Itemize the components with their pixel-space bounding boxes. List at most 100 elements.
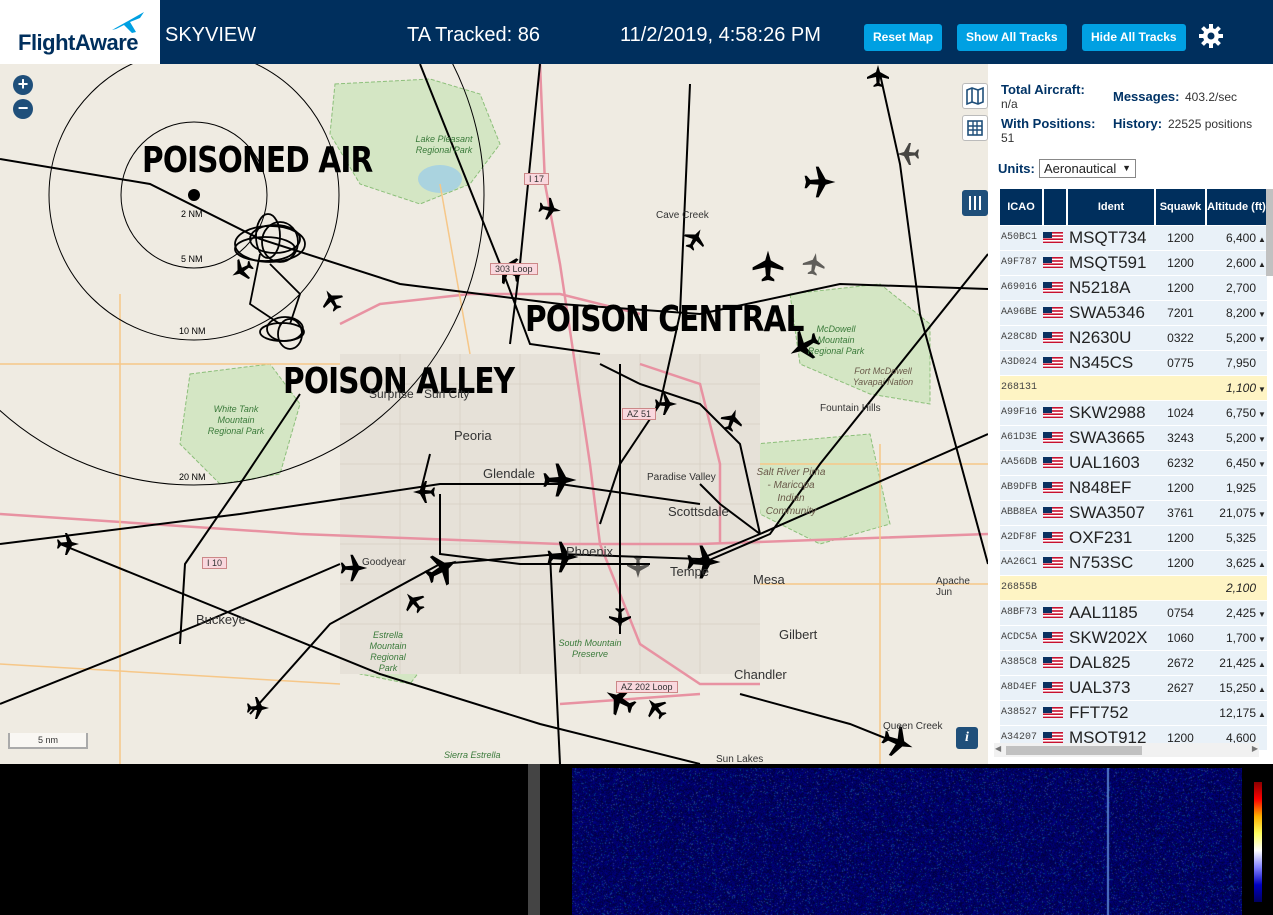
altitude-trend-icon: ▼ <box>1258 435 1265 444</box>
icao-cell: A385C8 <box>1000 650 1043 675</box>
flag-cell <box>1043 375 1067 400</box>
icao-cell: AB9DFB <box>1000 475 1043 500</box>
squawk-cell: 2672 <box>1155 650 1206 675</box>
altitude-cell: 6,750 ▼ <box>1206 400 1267 425</box>
waterfall-canvas <box>572 768 1242 915</box>
place-apache-junction: Apache Jun <box>936 576 988 598</box>
altitude-value: 2,100 <box>1226 581 1256 595</box>
altitude-value: 1,700 <box>1226 631 1256 645</box>
table-row[interactable]: A385C8 DAL825 2672 21,425 ▲ <box>1000 650 1267 675</box>
clock: 11/2/2019, 4:58:26 PM <box>620 24 821 47</box>
table-row[interactable]: A3D024 N345CS 0775 7,950 <box>1000 350 1267 375</box>
us-flag-icon <box>1043 557 1063 568</box>
units-select[interactable]: Aeronautical ▼ <box>1039 159 1136 178</box>
lake-pleasant <box>418 165 462 193</box>
table-row[interactable]: ACDC5A SKW202X 1060 1,700 ▼ <box>1000 625 1267 650</box>
altitude-value: 21,075 <box>1219 506 1256 520</box>
table-row[interactable]: A50BC1 MSQT734 1200 6,400 ▲ <box>1000 225 1267 250</box>
altitude-cell: 5,200 ▼ <box>1206 325 1267 350</box>
show-all-tracks-button[interactable]: Show All Tracks <box>957 24 1067 51</box>
map-view[interactable]: POISONED AIR POISON ALLEY POISON CENTRAL… <box>0 64 988 764</box>
altitude-cell: 21,075 ▼ <box>1206 500 1267 525</box>
altitude-cell: 5,200 ▼ <box>1206 425 1267 450</box>
place-scottsdale: Scottsdale <box>668 504 729 519</box>
altitude-value: 1,925 <box>1226 481 1256 495</box>
table-row[interactable]: AA96BE SWA5346 7201 8,200 ▼ <box>1000 300 1267 325</box>
ident-cell: MSQT734 <box>1067 225 1155 250</box>
table-row[interactable]: ABB8EA SWA3507 3761 21,075 ▼ <box>1000 500 1267 525</box>
park-lake-pleasant: Lake Pleasant Regional Park <box>412 134 476 156</box>
info-button[interactable]: i <box>956 727 978 749</box>
ident-cell: N753SC <box>1067 550 1155 575</box>
column-toggle-button[interactable] <box>962 190 988 216</box>
squawk-cell: 1060 <box>1155 625 1206 650</box>
col-ident[interactable]: Ident <box>1067 189 1155 225</box>
history-value: 22525 positions <box>1113 117 1263 132</box>
place-mesa: Mesa <box>753 572 785 587</box>
col-icao[interactable]: ICAO <box>1000 189 1043 225</box>
table-row[interactable]: A2DF8F OXF231 1200 5,325 <box>1000 525 1267 550</box>
table-row[interactable]: A61D3E SWA3665 3243 5,200 ▼ <box>1000 425 1267 450</box>
map-layers-button[interactable] <box>962 83 988 109</box>
total-aircraft-label: Total Aircraft: <box>1001 82 1085 97</box>
grid-icon <box>963 116 987 140</box>
table-row[interactable]: A69016 N5218A 1200 2,700 <box>1000 275 1267 300</box>
chevron-down-icon: ▼ <box>1122 160 1131 177</box>
place-fountain-hills: Fountain Hills <box>820 403 881 414</box>
reset-map-button[interactable]: Reset Map <box>864 24 942 51</box>
icao-cell: A28C8D <box>1000 325 1043 350</box>
ident-cell: AAL1185 <box>1067 600 1155 625</box>
table-row[interactable]: A8BF73 AAL1185 0754 2,425 ▼ <box>1000 600 1267 625</box>
altitude-value: 21,425 <box>1219 656 1256 670</box>
altitude-value: 7,950 <box>1226 356 1256 370</box>
table-row[interactable]: AB9DFB N848EF 1200 1,925 <box>1000 475 1267 500</box>
flag-cell <box>1043 350 1067 375</box>
grid-toggle-button[interactable] <box>962 115 988 141</box>
table-row[interactable]: A99F16 SKW2988 1024 6,750 ▼ <box>1000 400 1267 425</box>
altitude-value: 5,200 <box>1226 431 1256 445</box>
panel-divider[interactable] <box>528 764 540 915</box>
altitude-cell: 12,175 ▲ <box>1206 700 1267 725</box>
us-flag-icon <box>1043 332 1063 343</box>
zoom-in-button[interactable]: + <box>13 75 33 95</box>
col-flag[interactable] <box>1043 189 1067 225</box>
ident-cell: SKW202X <box>1067 625 1155 650</box>
flag-cell <box>1043 325 1067 350</box>
table-row[interactable]: AA56DB UAL1603 6232 6,450 ▼ <box>1000 450 1267 475</box>
col-squawk[interactable]: Squawk <box>1155 189 1206 225</box>
squawk-cell: 0322 <box>1155 325 1206 350</box>
horizontal-scroll-thumb[interactable] <box>1006 746 1142 755</box>
gear-icon[interactable] <box>1198 23 1224 49</box>
altitude-trend-icon: ▲ <box>1258 710 1265 719</box>
flag-cell <box>1043 475 1067 500</box>
table-row[interactable]: A9F787 MSQT591 1200 2,600 ▲ <box>1000 250 1267 275</box>
table-row[interactable]: A38527 FFT752 12,175 ▲ <box>1000 700 1267 725</box>
altitude-cell: 6,400 ▲ <box>1206 225 1267 250</box>
altitude-cell: 2,425 ▼ <box>1206 600 1267 625</box>
col-altitude[interactable]: Altitude (ft) <box>1206 189 1267 225</box>
altitude-value: 8,200 <box>1226 306 1256 320</box>
scroll-left-icon[interactable]: ◀ <box>995 744 1001 753</box>
us-flag-icon <box>1043 257 1063 268</box>
table-vertical-scrollbar[interactable] <box>1266 189 1273 276</box>
table-row[interactable]: A28C8D N2630U 0322 5,200 ▼ <box>1000 325 1267 350</box>
flightaware-logo[interactable]: FlightAware <box>0 0 160 64</box>
with-positions-value: 51 <box>1001 131 1014 145</box>
ident-cell: N345CS <box>1067 350 1155 375</box>
place-paradise-valley: Paradise Valley <box>647 472 716 483</box>
table-row[interactable]: A8D4EF UAL373 2627 15,250 ▲ <box>1000 675 1267 700</box>
zoom-out-button[interactable]: − <box>13 99 33 119</box>
altitude-trend-icon: ▼ <box>1258 460 1265 469</box>
squawk-cell: 1200 <box>1155 525 1206 550</box>
table-horizontal-scrollbar[interactable]: ◀ ▶ <box>994 743 1259 757</box>
icao-cell: A9F787 <box>1000 250 1043 275</box>
table-row[interactable]: 26855B 2,100 <box>1000 575 1267 600</box>
top-bar: FlightAware SKYVIEW TA Tracked: 86 11/2/… <box>0 0 1273 64</box>
squawk-cell: 1024 <box>1155 400 1206 425</box>
altitude-cell: 21,425 ▲ <box>1206 650 1267 675</box>
table-row[interactable]: 268131 1,100 ▼ <box>1000 375 1267 400</box>
messages-value: 403.2/sec <box>1185 90 1237 104</box>
hide-all-tracks-button[interactable]: Hide All Tracks <box>1082 24 1186 51</box>
scroll-right-icon[interactable]: ▶ <box>1252 744 1258 753</box>
table-row[interactable]: AA26C1 N753SC 1200 3,625 ▲ <box>1000 550 1267 575</box>
